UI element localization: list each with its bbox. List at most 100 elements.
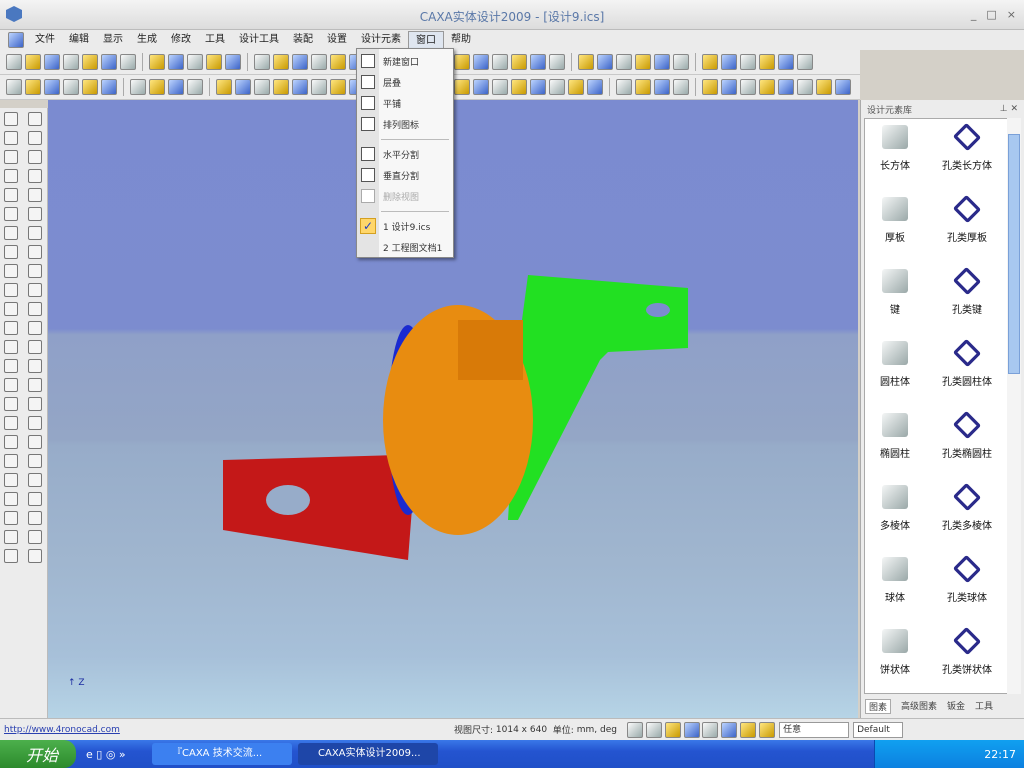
toolbar-tool-icon[interactable] bbox=[673, 79, 689, 95]
menu-item-arrange-icons[interactable]: 排列图标 bbox=[357, 114, 453, 135]
menu-item-tile[interactable]: 平铺 bbox=[357, 93, 453, 114]
element-item[interactable]: 孔类厚板 bbox=[925, 191, 1009, 263]
zoom-in-icon[interactable] bbox=[626, 721, 643, 738]
pick-icon[interactable] bbox=[740, 721, 757, 738]
toolbar-tool-icon[interactable] bbox=[4, 264, 18, 278]
toolbar-tool-icon[interactable] bbox=[4, 150, 18, 164]
toolbar-tool-icon[interactable] bbox=[292, 79, 308, 95]
menu-settings[interactable]: 设置 bbox=[320, 31, 354, 49]
element-item[interactable]: 孔类椭圆柱 bbox=[925, 407, 1009, 479]
toolbar-tool-icon[interactable] bbox=[721, 54, 737, 70]
toolbar-tool-icon[interactable] bbox=[28, 112, 42, 126]
toolbar-tool-icon[interactable] bbox=[149, 79, 165, 95]
toolbar-tool-icon[interactable] bbox=[25, 79, 41, 95]
toolbar-tool-icon[interactable] bbox=[4, 511, 18, 525]
element-item[interactable]: 孔类圆柱体 bbox=[925, 335, 1009, 407]
toolbar-tool-icon[interactable] bbox=[28, 473, 42, 487]
quick-launch[interactable]: e ▯ ◎ » bbox=[76, 748, 146, 761]
toolbar-tool-icon[interactable] bbox=[4, 245, 18, 259]
toolbar-tool-icon[interactable] bbox=[454, 79, 470, 95]
toolbar-tool-icon[interactable] bbox=[530, 54, 546, 70]
filter-icon[interactable] bbox=[759, 721, 776, 738]
toolbar-tool-icon[interactable] bbox=[101, 79, 117, 95]
start-button[interactable]: 开始 bbox=[0, 740, 76, 768]
menu-help[interactable]: 帮助 bbox=[444, 31, 478, 49]
toolbar-tool-icon[interactable] bbox=[492, 54, 508, 70]
toolbar-tool-icon[interactable] bbox=[778, 79, 794, 95]
menu-assembly[interactable]: 装配 bbox=[286, 31, 320, 49]
toolbar-tool-icon[interactable] bbox=[82, 79, 98, 95]
toolbar-tool-icon[interactable] bbox=[28, 549, 42, 563]
toolbar-tool-icon[interactable] bbox=[616, 79, 632, 95]
toolbar-tool-icon[interactable] bbox=[654, 54, 670, 70]
toolbar-tool-icon[interactable] bbox=[225, 54, 241, 70]
toolbar-tool-icon[interactable] bbox=[797, 54, 813, 70]
toolbar-tool-icon[interactable] bbox=[28, 454, 42, 468]
menu-item-doc-1[interactable]: ✓ 1 设计9.ics bbox=[357, 216, 453, 237]
document-icon[interactable] bbox=[8, 32, 24, 48]
toolbar-tool-icon[interactable] bbox=[311, 54, 327, 70]
menu-item-split-horizontal[interactable]: 水平分割 bbox=[357, 144, 453, 165]
toolbar-tool-icon[interactable] bbox=[4, 207, 18, 221]
toolbar-tool-icon[interactable] bbox=[702, 79, 718, 95]
toolbar-tool-icon[interactable] bbox=[4, 340, 18, 354]
toolbar-tool-icon[interactable] bbox=[578, 54, 594, 70]
toolbar-tool-icon[interactable] bbox=[4, 226, 18, 240]
toolbar-tool-icon[interactable] bbox=[216, 79, 232, 95]
toolbar-tool-icon[interactable] bbox=[101, 54, 117, 70]
element-item[interactable]: 多棱体 bbox=[865, 479, 925, 551]
element-item[interactable]: 椭圆柱 bbox=[865, 407, 925, 479]
menu-view[interactable]: 显示 bbox=[96, 31, 130, 49]
toolbar-tool-icon[interactable] bbox=[28, 359, 42, 373]
element-item[interactable]: 圆柱体 bbox=[865, 335, 925, 407]
toolbar-tool-icon[interactable] bbox=[28, 264, 42, 278]
toolbar-tool-icon[interactable] bbox=[635, 54, 651, 70]
toolbar-tool-icon[interactable] bbox=[168, 79, 184, 95]
close-button[interactable]: × bbox=[1007, 8, 1016, 21]
toolbar-tool-icon[interactable] bbox=[473, 54, 489, 70]
toolbar-tool-icon[interactable] bbox=[168, 54, 184, 70]
toolbar-tool-icon[interactable] bbox=[587, 79, 603, 95]
toolbar-tool-icon[interactable] bbox=[4, 283, 18, 297]
taskbar-item-caxa[interactable]: CAXA实体设计2009... bbox=[298, 743, 438, 765]
element-item[interactable]: 键 bbox=[865, 263, 925, 335]
element-item[interactable]: 孔类多棱体 bbox=[925, 479, 1009, 551]
panel-scrollbar[interactable] bbox=[1007, 118, 1021, 694]
toolbar-tool-icon[interactable] bbox=[721, 79, 737, 95]
toolbar-tool-icon[interactable] bbox=[28, 321, 42, 335]
tab-sheetmetal[interactable]: 钣金 bbox=[947, 699, 965, 714]
toolbar-tool-icon[interactable] bbox=[511, 54, 527, 70]
filter-select[interactable]: 任意 bbox=[779, 721, 850, 738]
panel-close-icon[interactable]: ✕ bbox=[1010, 104, 1018, 114]
toolbar-tool-icon[interactable] bbox=[28, 150, 42, 164]
toolbar-tool-icon[interactable] bbox=[4, 169, 18, 183]
toolbar-tool-icon[interactable] bbox=[28, 340, 42, 354]
toolbar-tool-icon[interactable] bbox=[28, 530, 42, 544]
toolbar-tool-icon[interactable] bbox=[63, 54, 79, 70]
toolbar-tool-icon[interactable] bbox=[549, 79, 565, 95]
toolbar-tool-icon[interactable] bbox=[82, 54, 98, 70]
toolbar-tool-icon[interactable] bbox=[28, 245, 42, 259]
toolbar-tool-icon[interactable] bbox=[4, 397, 18, 411]
toolbar-tool-icon[interactable] bbox=[44, 54, 60, 70]
minimize-button[interactable]: _ bbox=[971, 8, 977, 21]
camera-icon[interactable] bbox=[702, 721, 719, 738]
toolbar-tool-icon[interactable] bbox=[4, 321, 18, 335]
taskbar-item-forum[interactable]: 『CAXA 技术交流... bbox=[152, 743, 292, 765]
menu-modify[interactable]: 修改 bbox=[164, 31, 198, 49]
toolbar-tool-icon[interactable] bbox=[597, 54, 613, 70]
toolbar-tool-icon[interactable] bbox=[4, 112, 18, 126]
tab-tools[interactable]: 工具 bbox=[975, 699, 993, 714]
toolbar-tool-icon[interactable] bbox=[120, 54, 136, 70]
toolbar-tool-icon[interactable] bbox=[149, 54, 165, 70]
toolbar-tool-icon[interactable] bbox=[28, 435, 42, 449]
toolbar-tool-icon[interactable] bbox=[254, 54, 270, 70]
toolbar-tool-icon[interactable] bbox=[330, 79, 346, 95]
toolbar-tool-icon[interactable] bbox=[4, 549, 18, 563]
light-icon[interactable] bbox=[721, 721, 738, 738]
toolbar-tool-icon[interactable] bbox=[6, 79, 22, 95]
toolbar-tool-icon[interactable] bbox=[235, 79, 251, 95]
style-select[interactable]: Default bbox=[853, 721, 904, 738]
toolbar-tool-icon[interactable] bbox=[4, 131, 18, 145]
toolbar-tool-icon[interactable] bbox=[6, 54, 22, 70]
